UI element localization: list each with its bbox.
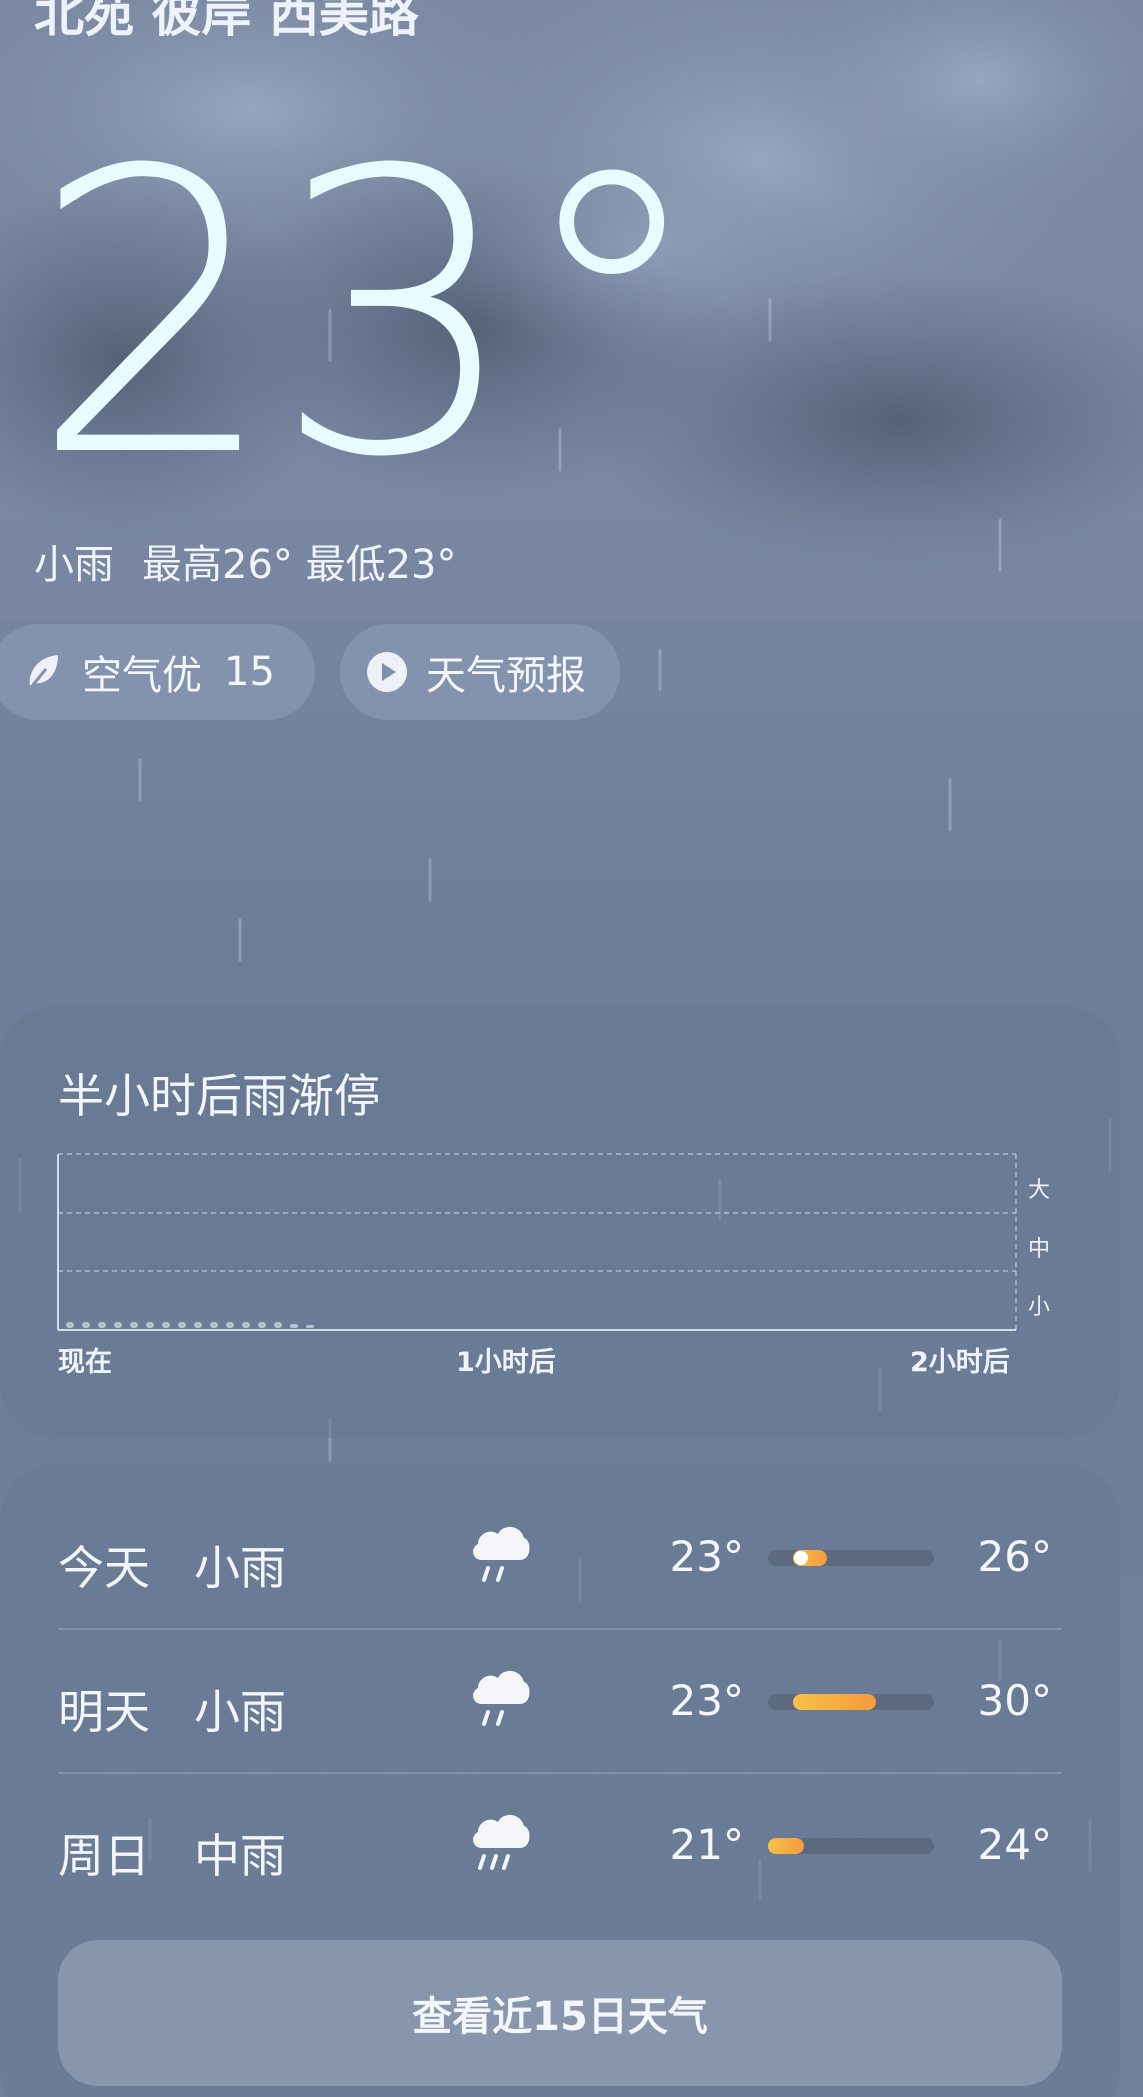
high-low-temperature: 最高26° 最低23° (142, 542, 457, 588)
temperature-range-bar (768, 1838, 934, 1854)
air-quality-value: 15 (224, 649, 275, 695)
forecast-row-today[interactable]: 今天 小雨 23° 26° (58, 1486, 1062, 1630)
current-summary: 小雨 最高26° 最低23° (34, 532, 457, 590)
current-temperature-dot (794, 1551, 808, 1565)
forecast-row-sunday[interactable]: 周日 中雨 21° 24° (58, 1774, 1062, 1918)
temperature-range-fill (768, 1838, 804, 1854)
x-label-2h: 2小时后 (910, 1347, 1010, 1378)
precipitation-bars (66, 1322, 314, 1328)
level-label-light: 小 (1028, 1295, 1051, 1320)
current-condition: 小雨 (34, 542, 114, 588)
low-temperature: 23° (669, 1676, 744, 1725)
day-condition: 小雨 (194, 1685, 286, 1739)
level-label-moderate: 中 (1028, 1237, 1051, 1262)
light-rain-icon (473, 1670, 530, 1726)
weather-forecast-label: 天气预报 (426, 653, 586, 699)
play-icon (366, 651, 408, 693)
x-label-1h: 1小时后 (456, 1347, 556, 1378)
location-title[interactable]: 北苑 彼岸 西美路 (34, 0, 419, 46)
day-condition: 中雨 (194, 1829, 286, 1883)
level-label-heavy: 大 (1028, 1178, 1051, 1203)
temperature-range-bar (768, 1550, 934, 1566)
day-name: 周日 (58, 1829, 150, 1883)
view-15-day-forecast-button[interactable]: 查看近15日天气 (58, 1940, 1062, 2086)
air-quality-label: 空气优 (82, 653, 202, 699)
precipitation-chart (57, 1153, 1017, 1331)
weather-forecast-pill[interactable]: 天气预报 (340, 624, 620, 720)
temperature-range-bar (768, 1694, 934, 1710)
high-temperature: 24° (977, 1820, 1052, 1869)
rain-forecast-title: 半小时后雨渐停 (58, 1069, 380, 1123)
moderate-rain-icon (473, 1814, 530, 1870)
forecast-row-tomorrow[interactable]: 明天 小雨 23° 30° (58, 1630, 1062, 1774)
light-rain-icon (473, 1526, 530, 1582)
temperature-range-fill (793, 1694, 876, 1710)
current-temperature: 23° (30, 88, 709, 542)
day-name: 明天 (58, 1685, 150, 1739)
day-condition: 小雨 (194, 1541, 286, 1595)
high-temperature: 26° (977, 1532, 1052, 1581)
high-temperature: 30° (977, 1676, 1052, 1725)
x-label-now: 现在 (58, 1347, 112, 1378)
low-temperature: 21° (669, 1820, 744, 1869)
low-temperature: 23° (669, 1532, 744, 1581)
air-quality-pill[interactable]: 空气优 15 (0, 624, 315, 720)
day-name: 今天 (58, 1541, 150, 1595)
leaf-icon (22, 651, 64, 693)
